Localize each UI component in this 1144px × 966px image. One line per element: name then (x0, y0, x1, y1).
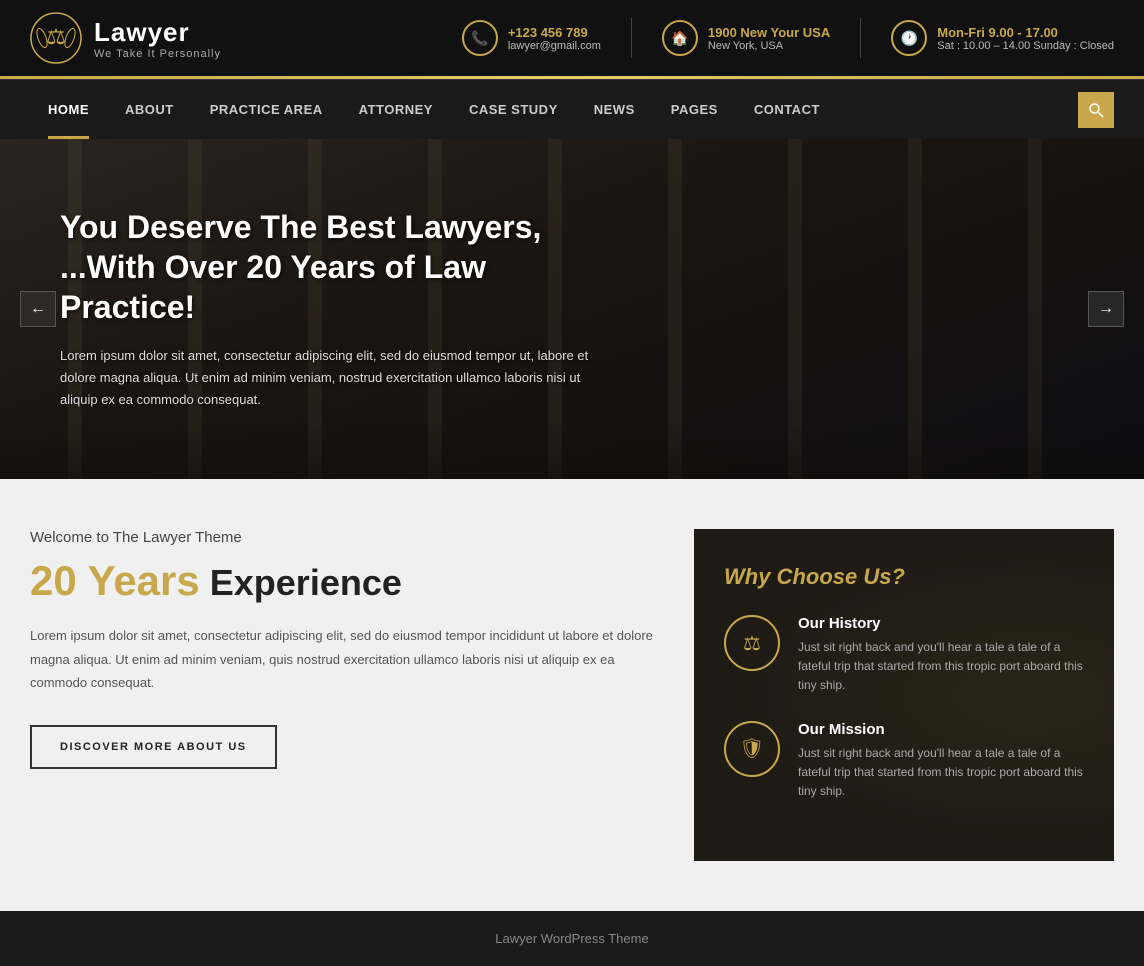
hero-heading-line1: You Deserve The Best Lawyers, (60, 209, 541, 245)
nav-contact[interactable]: CONTACT (736, 80, 838, 139)
why-box: Why Choose Us? ⚖ Our History Just sit ri… (694, 529, 1114, 861)
nav-home[interactable]: HOME (30, 80, 107, 139)
address-line2: New York, USA (708, 40, 830, 52)
hero-body: Lorem ipsum dolor sit amet, consectetur … (60, 345, 620, 411)
hours-item: 🕐 Mon-Fri 9.00 - 17.00 Sat : 10.00 – 14.… (891, 20, 1114, 56)
logo-area: ⚖ Lawyer We Take It Personally (30, 12, 221, 64)
divider-1 (631, 18, 632, 58)
discover-button[interactable]: DISCOVER MORE ABOUT US (30, 725, 277, 769)
hero-bottom-fade (0, 419, 1144, 479)
divider-2 (860, 18, 861, 58)
nav-news[interactable]: NEWS (576, 80, 653, 139)
why-text-mission: Our Mission Just sit right back and you'… (798, 721, 1084, 802)
left-column: Welcome to The Lawyer Theme 20 Years Exp… (30, 529, 694, 769)
email-address: lawyer@gmail.com (508, 40, 601, 52)
contact-info: 📞 +123 456 789 lawyer@gmail.com 🏠 1900 N… (462, 18, 1114, 58)
history-body: Just sit right back and you'll hear a ta… (798, 638, 1084, 696)
address-line1: 1900 New Your USA (708, 25, 830, 40)
hero-arrow-left[interactable]: ← (20, 291, 56, 327)
why-text-history: Our History Just sit right back and you'… (798, 615, 1084, 696)
nav-links: HOME ABOUT PRACTICE AREA ATTORNEY CASE S… (30, 80, 1078, 139)
search-button[interactable] (1078, 92, 1114, 128)
hero-content: You Deserve The Best Lawyers, ...With Ov… (0, 207, 680, 411)
welcome-body: Lorem ipsum dolor sit amet, consectetur … (30, 624, 654, 694)
hero-heading-line2: ...With Over 20 Years of Law Practice! (60, 249, 486, 325)
hours-line1: Mon-Fri 9.00 - 17.00 (937, 25, 1114, 40)
welcome-label: Welcome to The Lawyer Theme (30, 529, 654, 546)
phone-icon: 📞 (462, 20, 498, 56)
years-number: 20 Years (30, 557, 200, 604)
why-item-mission: 🛡 Our Mission Just sit right back and yo… (724, 721, 1084, 802)
site-name: Lawyer (94, 17, 221, 48)
history-icon: ⚖ (724, 615, 780, 671)
svg-text:⚖: ⚖ (46, 24, 66, 49)
history-title: Our History (798, 615, 1084, 632)
hero-heading: You Deserve The Best Lawyers, ...With Ov… (60, 207, 620, 327)
hero-section: ← You Deserve The Best Lawyers, ...With … (0, 139, 1144, 479)
nav-attorney[interactable]: ATTORNEY (341, 80, 451, 139)
logo-text: Lawyer We Take It Personally (94, 17, 221, 60)
site-tagline: We Take It Personally (94, 48, 221, 60)
mission-body: Just sit right back and you'll hear a ta… (798, 744, 1084, 802)
address-item: 🏠 1900 New Your USA New York, USA (662, 20, 830, 56)
right-column: Why Choose Us? ⚖ Our History Just sit ri… (694, 529, 1114, 861)
nav-pages[interactable]: PAGES (653, 80, 736, 139)
phone-number: +123 456 789 (508, 25, 601, 40)
why-heading: Why Choose Us? (724, 564, 1084, 590)
nav-about[interactable]: ABOUT (107, 80, 192, 139)
nav-practice[interactable]: PRACTICE AREA (192, 80, 341, 139)
years-heading: 20 Years Experience (30, 556, 654, 606)
footer: Lawyer WordPress Theme (0, 911, 1144, 966)
phone-item: 📞 +123 456 789 lawyer@gmail.com (462, 20, 601, 56)
top-bar: ⚖ Lawyer We Take It Personally 📞 +123 45… (0, 0, 1144, 76)
logo-icon: ⚖ (30, 12, 82, 64)
mission-icon: 🛡 (724, 721, 780, 777)
hours-line2: Sat : 10.00 – 14.00 Sunday : Closed (937, 40, 1114, 52)
main-section: Welcome to The Lawyer Theme 20 Years Exp… (0, 479, 1144, 911)
location-icon: 🏠 (662, 20, 698, 56)
search-icon (1088, 102, 1104, 118)
footer-text: Lawyer WordPress Theme (495, 931, 648, 946)
mission-title: Our Mission (798, 721, 1084, 738)
hero-arrow-right[interactable]: → (1088, 291, 1124, 327)
nav-casestudy[interactable]: CASE STUDY (451, 80, 576, 139)
experience-text: Experience (210, 562, 402, 603)
why-item-history: ⚖ Our History Just sit right back and yo… (724, 615, 1084, 696)
nav-bar: HOME ABOUT PRACTICE AREA ATTORNEY CASE S… (0, 79, 1144, 139)
clock-icon: 🕐 (891, 20, 927, 56)
